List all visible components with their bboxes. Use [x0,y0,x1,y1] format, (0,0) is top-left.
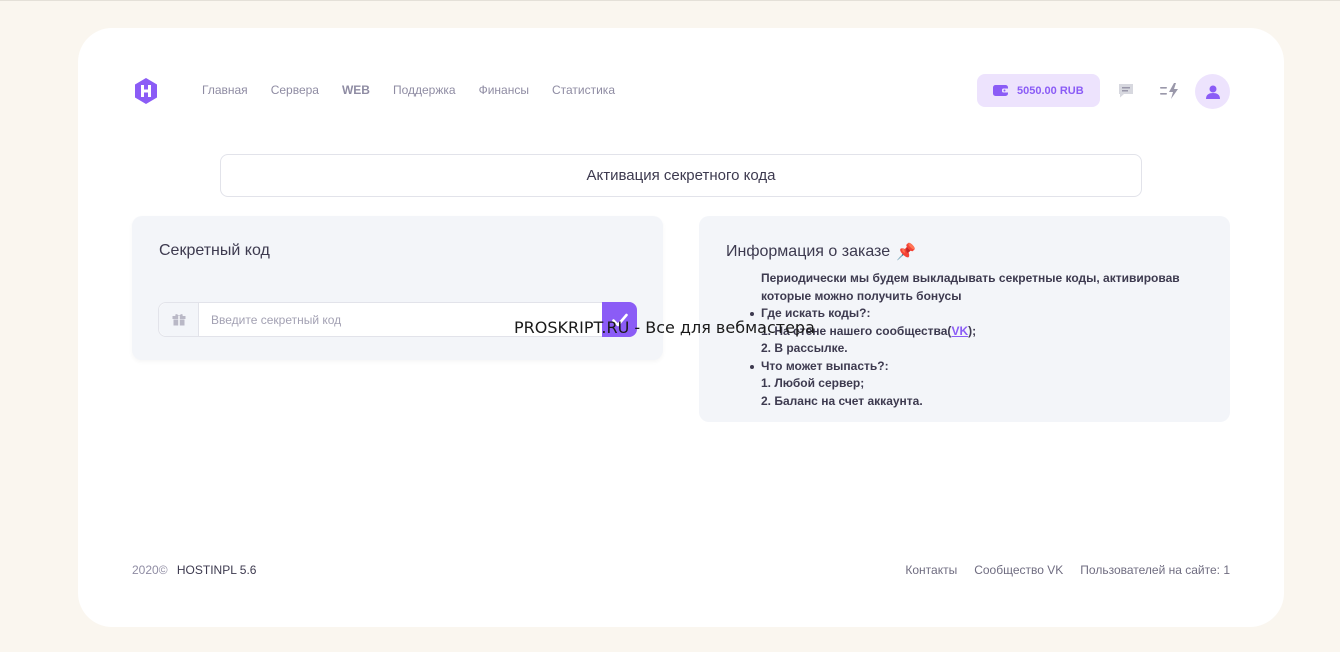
footer-brand: HOSTINPL 5.6 [176,563,257,577]
info-answer-1-1: 1. На стене нашего сообщества(VK); [761,323,1181,341]
nav-finance[interactable]: Финансы [479,82,529,98]
info-answer-2-2: 2. Баланс на счет аккаунта. [761,393,923,408]
footer-copyright: 2020© HOSTINPL 5.6 [132,563,256,577]
message-icon[interactable] [1117,82,1135,100]
nav-statistics[interactable]: Статистика [552,82,615,98]
balance-button[interactable]: 5050.00 RUB [977,74,1100,107]
order-info-title-text: Информация о заказе [726,243,891,260]
gift-addon [159,303,199,336]
logo-h-icon[interactable] [134,78,158,104]
secret-code-panel: Секретный код [132,216,663,360]
top-border [0,0,1340,1]
info-answer-1-2: 2. В рассылке. [761,341,848,355]
nav-home[interactable]: Главная [202,82,248,98]
footer-online-users: Пользователей на сайте: 1 [1080,563,1230,577]
vk-link[interactable]: VK [951,324,968,338]
order-info-body: Периодически мы будем выкладывать секрет… [750,270,1181,410]
info-question-1: Где искать коды?: [750,305,1181,323]
secret-code-title: Секретный код [159,242,270,259]
info-intro: Периодически мы будем выкладывать секрет… [761,271,1180,303]
main-nav: Главная Сервера WEB Поддержка Финансы Ст… [202,82,638,98]
footer-links: Контакты Сообщество VK Пользователей на … [905,563,1230,577]
user-icon [1205,85,1220,99]
page-title: Активация секретного кода [220,154,1142,197]
info-answer-1-1-suffix: ); [968,323,977,338]
info-question-2: Что может выпасть?: [750,358,1181,376]
pin-icon: 📌 [896,244,917,261]
nav-web[interactable]: WEB [342,82,370,98]
order-info-title: Информация о заказе 📌 [726,242,916,262]
footer-contacts-link[interactable]: Контакты [905,563,957,577]
balance-amount: 5050.00 RUB [1017,84,1084,97]
nav-servers[interactable]: Сервера [271,82,319,98]
wallet-icon [993,85,1009,96]
footer-year: 2020© [132,563,168,577]
avatar[interactable] [1195,74,1230,109]
nav-support[interactable]: Поддержка [393,82,456,98]
lightning-icon[interactable] [1159,82,1181,100]
info-answer-2-1: 1. Любой сервер; [761,376,865,390]
gift-icon [172,314,185,326]
footer-vk-link[interactable]: Сообщество VK [974,563,1063,577]
watermark-text: PROSKRIPT.RU - Все для вебмастера [514,318,815,337]
